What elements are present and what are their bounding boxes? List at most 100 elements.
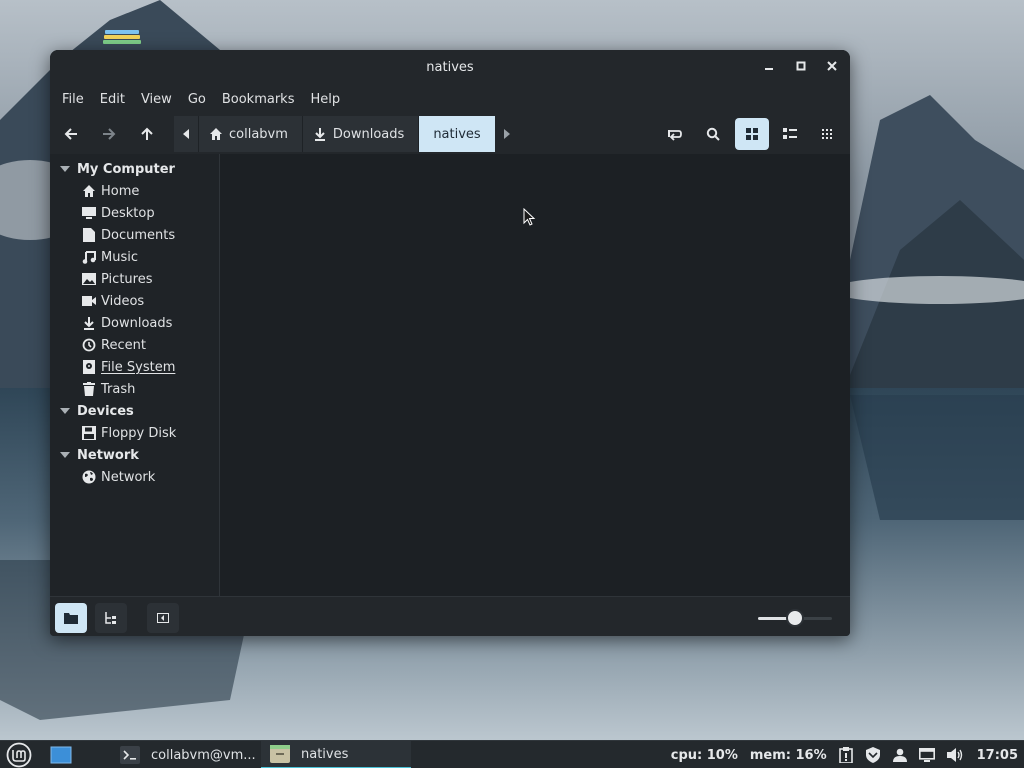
clipboard-icon[interactable] (838, 747, 853, 763)
sidebar-item-label: Network (101, 469, 156, 485)
sidebar-item-label: File System (101, 359, 176, 375)
statusbar (50, 596, 850, 636)
toggle-location-icon[interactable] (658, 118, 692, 150)
sidebar-item-pictures[interactable]: Pictures (50, 268, 219, 290)
desktop-folder-icon[interactable] (102, 30, 142, 50)
breadcrumb-label: Downloads (332, 126, 405, 142)
shield-icon[interactable] (865, 747, 881, 763)
file-manager-window: natives File Edit View Go Bookmarks Help (50, 50, 850, 636)
sidebar-item-label: Downloads (101, 315, 173, 331)
picture-icon (81, 271, 97, 287)
sidebar-item-label: Floppy Disk (101, 425, 177, 441)
sidebar-section-my-computer[interactable]: My Computer (50, 158, 219, 180)
sidebar-item-label: Recent (101, 337, 146, 353)
memory-monitor[interactable]: mem: 16% (750, 748, 827, 763)
icon-view-icon[interactable] (735, 118, 769, 150)
menu-edit[interactable]: Edit (92, 92, 133, 107)
sidebar-item-downloads[interactable]: Downloads (50, 312, 219, 334)
breadcrumb-right-arrow-icon[interactable] (495, 116, 519, 152)
breadcrumb-downloads[interactable]: Downloads (301, 116, 419, 152)
section-title: My Computer (77, 161, 175, 177)
content-area: My Computer Home Desktop Documents Music… (50, 154, 850, 596)
sidebar-item-label: Desktop (101, 205, 155, 221)
terminal-icon (120, 746, 140, 764)
breadcrumb-label: natives (433, 126, 481, 142)
volume-icon[interactable] (946, 748, 963, 762)
desktop-icon (81, 205, 97, 221)
menu-file[interactable]: File (54, 92, 92, 107)
arrow-left-icon[interactable] (54, 118, 88, 150)
taskbar: collabvm@vm... natives cpu: 10% mem: 16%… (0, 740, 1024, 768)
clock[interactable]: 17:05 (977, 748, 1018, 763)
arrow-right-icon[interactable] (92, 118, 126, 150)
system-tray: cpu: 10% mem: 16% 17:05 (659, 741, 1018, 768)
places-icon[interactable] (55, 603, 87, 633)
sidebar-item-desktop[interactable]: Desktop (50, 202, 219, 224)
minimize-icon[interactable] (759, 58, 779, 78)
menu-help[interactable]: Help (302, 92, 348, 107)
sidebar-item-label: Music (101, 249, 138, 265)
maximize-icon[interactable] (791, 58, 811, 78)
document-icon (81, 227, 97, 243)
zoom-slider[interactable] (758, 609, 832, 627)
expander-icon (60, 452, 70, 458)
mint-logo-icon[interactable] (6, 741, 32, 768)
trash-icon (81, 381, 97, 397)
tree-icon[interactable] (95, 603, 127, 633)
recent-icon (81, 337, 97, 353)
section-title: Network (77, 447, 139, 463)
download-icon (314, 128, 325, 141)
list-view-icon[interactable] (773, 118, 807, 150)
task-terminal[interactable]: collabvm@vm... (112, 741, 256, 768)
sidebar-item-label: Home (101, 183, 140, 199)
home-icon (210, 128, 222, 140)
menu-view[interactable]: View (133, 92, 180, 107)
drive-icon (81, 359, 97, 375)
sidebar-item-file-system[interactable]: File System (50, 356, 219, 378)
task-label: natives (301, 746, 349, 762)
sidebar-item-videos[interactable]: Videos (50, 290, 219, 312)
user-icon[interactable] (892, 748, 907, 762)
sidebar-item-recent[interactable]: Recent (50, 334, 219, 356)
sidebar-item-home[interactable]: Home (50, 180, 219, 202)
sidebar-item-floppy-disk[interactable]: Floppy Disk (50, 422, 219, 444)
floppy-icon (81, 425, 97, 441)
sidebar-section-devices[interactable]: Devices (50, 400, 219, 422)
mouse-cursor-icon (523, 208, 536, 226)
sidebar-item-label: Trash (101, 381, 136, 397)
task-file-manager[interactable]: natives (261, 741, 411, 768)
titlebar[interactable]: natives (50, 50, 850, 86)
section-title: Devices (77, 403, 134, 419)
breadcrumb-left-arrow-icon[interactable] (174, 116, 198, 152)
breadcrumb-collabvm[interactable]: collabvm (198, 116, 302, 152)
sidebar-item-label: Videos (101, 293, 145, 309)
menu-go[interactable]: Go (180, 92, 214, 107)
home-icon (81, 183, 97, 199)
breadcrumb: collabvm Downloads natives (174, 116, 519, 152)
expander-icon (60, 166, 70, 172)
sidebar-item-label: Documents (101, 227, 176, 243)
sidebar-item-documents[interactable]: Documents (50, 224, 219, 246)
menubar: File Edit View Go Bookmarks Help (50, 86, 850, 112)
music-icon (81, 249, 97, 265)
breadcrumb-natives[interactable]: natives (418, 116, 495, 152)
globe-icon (81, 469, 97, 485)
show-desktop-icon[interactable] (50, 741, 72, 768)
sidebar-item-network[interactable]: Network (50, 466, 219, 488)
hide-sidebar-icon[interactable] (147, 603, 179, 633)
search-icon[interactable] (696, 118, 730, 150)
close-icon[interactable] (822, 58, 842, 78)
menu-bookmarks[interactable]: Bookmarks (214, 92, 303, 107)
sidebar-item-trash[interactable]: Trash (50, 378, 219, 400)
cpu-monitor[interactable]: cpu: 10% (671, 748, 738, 763)
sidebar-section-network[interactable]: Network (50, 444, 219, 466)
sidebar-item-music[interactable]: Music (50, 246, 219, 268)
sidebar: My Computer Home Desktop Documents Music… (50, 154, 220, 596)
zoom-slider-knob[interactable] (786, 609, 804, 627)
sidebar-item-label: Pictures (101, 271, 153, 287)
toolbar: collabvm Downloads natives (50, 112, 850, 154)
arrow-up-icon[interactable] (130, 118, 164, 150)
window-title: natives (426, 60, 474, 75)
compact-view-icon[interactable] (810, 118, 844, 150)
display-icon[interactable] (918, 748, 935, 762)
